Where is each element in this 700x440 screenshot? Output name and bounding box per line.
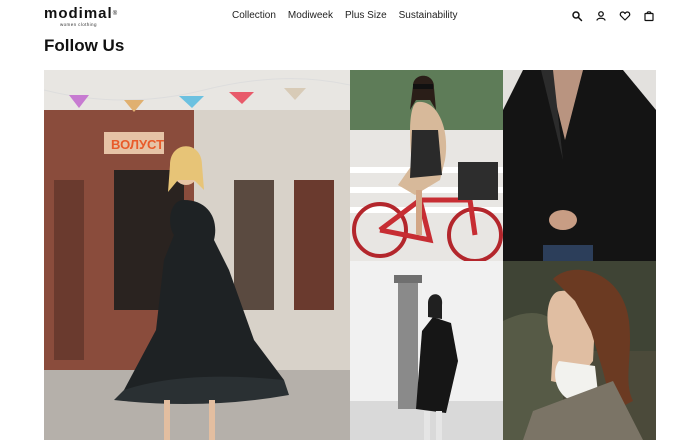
photo-woman-pleated-dress-street[interactable]: ВОЛУСТ (44, 70, 350, 440)
photo-woman-black-blazer[interactable] (503, 70, 656, 261)
brand-tagline: women clothing (60, 22, 97, 27)
main-nav: Collection Modiweek Plus Size Sustainabi… (232, 10, 470, 21)
search-icon[interactable] (570, 9, 584, 23)
photo-woman-riding-bicycle[interactable] (350, 70, 503, 261)
storefront-sign: ВОЛУСТ (111, 137, 164, 152)
header-actions (570, 9, 656, 23)
brand-logo[interactable]: modimal® women clothing (44, 6, 118, 28)
photo-woman-black-coat-monochrome[interactable] (350, 261, 503, 440)
nav-item-modiweek[interactable]: Modiweek (288, 10, 333, 21)
section-title: Follow Us (44, 36, 125, 55)
heart-icon[interactable] (618, 9, 632, 23)
user-icon[interactable] (594, 9, 608, 23)
nav-item-collection[interactable]: Collection (232, 10, 276, 21)
nav-item-plus-size[interactable]: Plus Size (345, 10, 387, 21)
nav-item-sustainability[interactable]: Sustainability (399, 10, 458, 21)
photo-woman-long-hair[interactable] (503, 261, 656, 440)
site-header: modimal® women clothing Collection Modiw… (0, 0, 700, 34)
follow-us-gallery: ВОЛУСТ (44, 70, 656, 440)
bag-icon[interactable] (642, 9, 656, 23)
brand-name: modimal® (44, 5, 119, 22)
